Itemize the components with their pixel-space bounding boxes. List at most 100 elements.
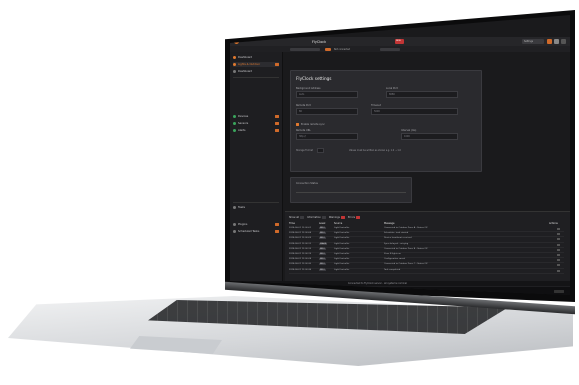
field-label: Remote Port xyxy=(296,104,311,107)
filter-show-all[interactable]: Show all xyxy=(289,215,305,219)
field-label: Remote URL xyxy=(296,129,311,132)
grid-icon xyxy=(233,56,236,59)
sidebar-item-label: Plugins xyxy=(238,223,248,226)
timeout-input[interactable]: 5000 xyxy=(371,108,458,115)
enable-sync-checkbox[interactable] xyxy=(296,123,299,126)
bulb-icon xyxy=(233,63,236,66)
local-port-input[interactable]: 8080 xyxy=(386,91,458,98)
toolbar-connect-button[interactable] xyxy=(325,47,331,51)
log-message: Task completed xyxy=(384,268,401,271)
log-level: INFO xyxy=(319,253,326,255)
table-row[interactable]: 2024-06-01 12:00:36 INFO LightController Ta… xyxy=(289,268,564,274)
log-time: 2024-06-01 12:00:36 xyxy=(289,268,312,271)
filter-label: Errors xyxy=(347,215,356,219)
row-menu-icon[interactable] xyxy=(557,254,560,256)
list-icon xyxy=(233,206,236,209)
log-time: 2024-06-01 12:00:15 xyxy=(289,247,312,250)
toolbar-dropdown[interactable] xyxy=(290,47,320,51)
row-menu-icon[interactable] xyxy=(557,264,560,267)
row-menu-icon[interactable] xyxy=(557,248,560,251)
log-message: Configuration saved xyxy=(384,258,405,261)
log-level: INFO xyxy=(319,258,326,261)
alert-icon xyxy=(233,129,236,132)
filter-errors[interactable]: Errors xyxy=(347,215,361,219)
sensor-icon xyxy=(233,122,236,125)
log-source: LightController xyxy=(334,237,350,240)
log-time: 2024-06-01 12:00:19 xyxy=(289,253,312,255)
field-value: Auto xyxy=(299,93,305,96)
log-message: Connected to Outdoor Zone C - Status OK xyxy=(384,263,428,266)
sidebar-item-scheduled[interactable]: Scheduled Tasks xyxy=(233,229,279,234)
sidebar-item-tasks[interactable]: Tasks xyxy=(233,205,279,210)
user-icon[interactable] xyxy=(554,38,559,44)
sidebar-item-devices[interactable]: Devices xyxy=(233,114,279,119)
remote-url-input[interactable]: http:// xyxy=(296,133,358,140)
field-value: 80 xyxy=(299,110,302,113)
field-label: Timeout xyxy=(371,104,381,107)
storage-format-select[interactable] xyxy=(317,148,324,153)
log-source: LightController xyxy=(334,258,350,261)
background-address-input[interactable]: Auto xyxy=(296,91,358,98)
log-source: LightController xyxy=(334,232,350,235)
clock-tray[interactable] xyxy=(554,289,564,293)
row-menu-icon[interactable] xyxy=(557,269,560,272)
column-header-message: Message xyxy=(384,222,395,225)
filter-information[interactable]: Information xyxy=(307,215,326,219)
sidebar-item-dashboard[interactable]: Dashboard xyxy=(233,55,279,60)
log-message: Zone B lights on xyxy=(384,253,401,255)
log-source: LightController xyxy=(334,242,350,245)
app-title: FlyClock xyxy=(312,39,327,44)
toolbar-action-button[interactable] xyxy=(380,47,400,51)
row-menu-icon[interactable] xyxy=(557,238,560,241)
log-source: LightController xyxy=(334,263,350,266)
field-label: Background Address xyxy=(296,87,321,90)
log-source: LightController xyxy=(334,247,350,250)
interval-input[interactable]: 1000 xyxy=(401,133,458,140)
sidebar-count-badge xyxy=(275,230,279,233)
sidebar-item-plugins[interactable]: Plugins xyxy=(233,222,279,227)
filter-label: Information xyxy=(307,215,321,219)
new-badge[interactable]: NEW xyxy=(395,38,404,44)
column-header-actions: Actions xyxy=(549,222,558,225)
settings-card-title: FlyClock settings xyxy=(296,76,332,81)
filter-warnings[interactable]: Warnings xyxy=(328,215,345,219)
row-menu-icon[interactable] xyxy=(557,233,560,236)
sidebar-item-sensors[interactable]: Sensors xyxy=(233,121,279,126)
log-level: INFO xyxy=(319,247,326,250)
sidebar: Dashboard Lights & Outdoor Dashboard Dev… xyxy=(230,52,283,282)
field-label: Interval (ms) xyxy=(401,129,417,132)
settings-button[interactable]: Settings xyxy=(522,38,544,44)
filter-label: Warnings xyxy=(328,215,340,219)
sidebar-count-badge xyxy=(275,129,279,132)
sidebar-count-badge xyxy=(275,115,279,118)
notification-icon[interactable] xyxy=(547,38,552,44)
log-source: LightController xyxy=(334,268,350,271)
field-label: Local Port xyxy=(386,87,398,90)
remote-port-input[interactable]: 80 xyxy=(296,108,358,115)
sidebar-item-lights[interactable]: Lights & Outdoor xyxy=(233,62,279,67)
log-level: INFO xyxy=(319,237,326,240)
column-header-level: Level xyxy=(319,222,326,225)
laptop-screen: FlyClock NEW Settings Not connected Dash… xyxy=(230,15,570,295)
sidebar-count-badge xyxy=(275,122,279,125)
log-level: INFO xyxy=(319,232,326,235)
filter-badge xyxy=(321,215,326,219)
row-menu-icon[interactable] xyxy=(557,243,560,246)
log-time: 2024-06-01 12:00:04 xyxy=(289,232,312,235)
checkbox-label: Enable remote sync xyxy=(301,123,325,126)
storage-format-hint: Values must be written as shown e.g. 1.0… xyxy=(349,149,401,152)
column-header-source: Source xyxy=(334,222,343,225)
sidebar-count-badge xyxy=(275,223,279,226)
log-panel: Show all Information Warnings Errors Tim… xyxy=(285,211,570,292)
settings-button-label: Settings xyxy=(524,39,533,43)
log-message: Scheduler: task started xyxy=(384,232,409,235)
row-menu-icon[interactable] xyxy=(557,228,560,230)
sidebar-item-alerts[interactable]: Alerts xyxy=(233,128,279,133)
field-value: http:// xyxy=(299,135,307,138)
log-table-header: Time Level Source Message Actions xyxy=(289,222,564,226)
sidebar-item-dashboard-2[interactable]: Dashboard xyxy=(233,69,279,74)
log-message: Connected to Outdoor Zone A - Status OK xyxy=(384,227,428,229)
status-text: Connected to FlyClock server - all syste… xyxy=(348,282,407,285)
row-menu-icon[interactable] xyxy=(557,259,560,262)
close-icon[interactable] xyxy=(561,38,566,44)
